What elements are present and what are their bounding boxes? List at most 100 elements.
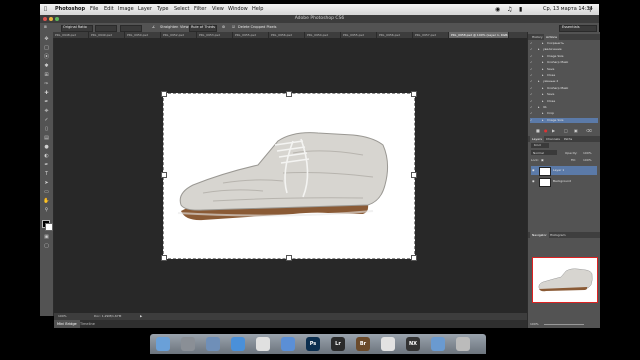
fill-value[interactable]: 100% <box>583 157 592 163</box>
battery-icon[interactable]: ▮ <box>519 4 522 15</box>
shape-tool-icon[interactable]: ▭ <box>43 189 50 195</box>
expand-arrow-icon[interactable]: ▸ <box>542 73 544 78</box>
navigator-preview[interactable] <box>532 257 598 303</box>
background-color-swatch[interactable] <box>45 223 53 231</box>
menu-view[interactable]: View <box>212 4 224 15</box>
action-item[interactable]: ✓ ▸ Close <box>530 73 598 78</box>
action-item[interactable]: ✓ ▸ Unsharp Mask <box>530 86 598 91</box>
checkmark-icon[interactable]: ✓ <box>530 86 534 91</box>
menu-help[interactable]: Help <box>252 4 263 15</box>
stamp-tool-icon[interactable]: ⎈ <box>43 108 50 114</box>
checkmark-icon[interactable]: ✓ <box>530 67 534 72</box>
menu-edit[interactable]: Edit <box>104 4 114 15</box>
type-tool-icon[interactable]: T <box>43 171 50 177</box>
document-canvas[interactable] <box>161 91 417 261</box>
action-item[interactable]: ✓ ▸ Сохранить <box>530 41 598 46</box>
record-icon[interactable]: ● <box>544 128 548 134</box>
zoom-level[interactable]: 100% <box>58 313 67 320</box>
history-brush-tool-icon[interactable]: ✓ <box>43 117 50 123</box>
expand-arrow-icon[interactable]: ▸ <box>542 92 544 97</box>
quick-mask-icon[interactable]: ▣ <box>43 234 50 240</box>
action-item[interactable]: ✓ ▸ Image Size <box>530 54 598 59</box>
menu-window[interactable]: Window <box>228 4 248 15</box>
dodge-tool-icon[interactable]: ◐ <box>43 153 50 159</box>
checkmark-icon[interactable]: ✓ <box>530 47 534 52</box>
expand-arrow-icon[interactable]: ▸ <box>542 54 544 59</box>
zoom-window-icon[interactable] <box>55 17 59 21</box>
checkmark-icon[interactable]: ✓ <box>530 99 534 104</box>
checkmark-icon[interactable]: ✓ <box>530 118 534 123</box>
move-tool-icon[interactable]: ✥ <box>43 36 50 42</box>
tab-paths[interactable]: Paths <box>562 136 574 142</box>
expand-arrow-icon[interactable]: ▸ <box>542 41 544 46</box>
blur-tool-icon[interactable]: ● <box>43 144 50 150</box>
quick-select-tool-icon[interactable]: ✱ <box>43 63 50 69</box>
expand-arrow-icon[interactable]: ▸ <box>542 60 544 65</box>
doc-size[interactable]: Doc: 1,29M/1,67M <box>94 313 121 320</box>
checkmark-icon[interactable]: ✓ <box>530 92 534 97</box>
menu-layer[interactable]: Layer <box>138 4 152 15</box>
menubar-clock[interactable]: Ср, 13 марта 14:34 <box>543 4 593 15</box>
crop-handle-bottom-left[interactable] <box>161 255 167 261</box>
eyedropper-tool-icon[interactable]: ✑ <box>43 81 50 87</box>
apple-menu-icon[interactable]:  <box>44 4 47 15</box>
bridge-dock-icon[interactable]: Br <box>356 337 370 351</box>
preview-dock-icon[interactable] <box>431 337 445 351</box>
expand-arrow-icon[interactable]: ▸ <box>538 79 540 84</box>
action-item[interactable]: ✓ ▸ уменьш 2 <box>530 79 598 84</box>
expand-arrow-icon[interactable]: ▸ <box>542 99 544 104</box>
marquee-tool-icon[interactable]: □ <box>43 45 50 51</box>
crop-handle-bottom[interactable] <box>286 255 292 261</box>
navigator-zoom-slider[interactable] <box>544 324 584 325</box>
layer-row[interactable]: ◉ Layer 1 <box>531 166 597 176</box>
gradient-tool-icon[interactable]: ▤ <box>43 135 50 141</box>
crop-handle-top-right[interactable] <box>411 91 417 97</box>
pen-tool-icon[interactable]: ✒ <box>43 162 50 168</box>
wifi-icon[interactable]: ◉ <box>495 4 500 15</box>
tab-mini-bridge[interactable]: Mini Bridge <box>54 320 80 328</box>
tab-channels[interactable]: Channels <box>544 136 562 142</box>
crop-tool-icon[interactable]: ⊞ <box>44 23 47 32</box>
layer-row[interactable]: ◉ Background <box>531 177 597 187</box>
expand-arrow-icon[interactable]: ▸ <box>542 111 544 116</box>
ratio-width-input[interactable] <box>95 25 117 32</box>
gear-icon[interactable]: ⚙ <box>222 23 225 32</box>
action-item[interactable]: ✓ ▸ Close <box>530 99 598 104</box>
action-item[interactable]: ✓ ▸ Unsharp Mask <box>530 60 598 65</box>
menu-photoshop[interactable]: Photoshop <box>55 4 85 15</box>
play-icon[interactable]: ▶ <box>552 128 555 134</box>
action-item[interactable]: ✓ ▸ Image Size <box>530 117 598 123</box>
crop-tool-icon-toolbox[interactable]: ⊞ <box>43 72 50 78</box>
eye-icon[interactable]: ◉ <box>532 166 535 175</box>
eraser-tool-icon[interactable]: ▯ <box>43 126 50 132</box>
opacity-value[interactable]: 100% <box>583 150 592 156</box>
expand-arrow-icon[interactable]: ▸ <box>542 118 544 123</box>
crop-handle-top-left[interactable] <box>161 91 167 97</box>
menu-image[interactable]: Image <box>118 4 134 15</box>
path-select-tool-icon[interactable]: ➤ <box>43 180 50 186</box>
crop-handle-left[interactable] <box>161 172 167 178</box>
ical-dock-icon[interactable] <box>256 337 270 351</box>
tab-timeline[interactable]: Timeline <box>80 320 95 328</box>
checkmark-icon[interactable]: ✓ <box>530 54 534 59</box>
launchpad-dock-icon[interactable] <box>181 337 195 351</box>
tab-actions[interactable]: Actions <box>544 34 559 40</box>
expand-arrow-icon[interactable]: ▸ <box>542 86 544 91</box>
checkmark-icon[interactable]: ✓ <box>530 105 534 110</box>
ratio-height-input[interactable] <box>120 25 142 32</box>
menu-type[interactable]: Type <box>157 4 168 15</box>
action-item[interactable]: ✓ ▸ Save <box>530 92 598 97</box>
lasso-tool-icon[interactable]: ⦿ <box>43 54 50 60</box>
checkmark-icon[interactable]: ✓ <box>530 60 534 65</box>
navigator-zoom-value[interactable]: 100% <box>530 322 539 327</box>
checkmark-icon[interactable]: ✓ <box>530 79 534 84</box>
eye-icon[interactable]: ◉ <box>532 177 535 186</box>
action-item[interactable]: ✓ ▸ lib <box>530 105 598 110</box>
safari-dock-icon[interactable] <box>231 337 245 351</box>
action-item[interactable]: ✓ ▸ Save <box>530 67 598 72</box>
spotlight-icon[interactable]: ⚲ <box>588 4 592 15</box>
screen-mode-icon[interactable]: ▢ <box>43 243 50 249</box>
mail-dock-icon[interactable] <box>206 337 220 351</box>
close-window-icon[interactable] <box>43 17 47 21</box>
crop-border[interactable] <box>163 93 415 259</box>
